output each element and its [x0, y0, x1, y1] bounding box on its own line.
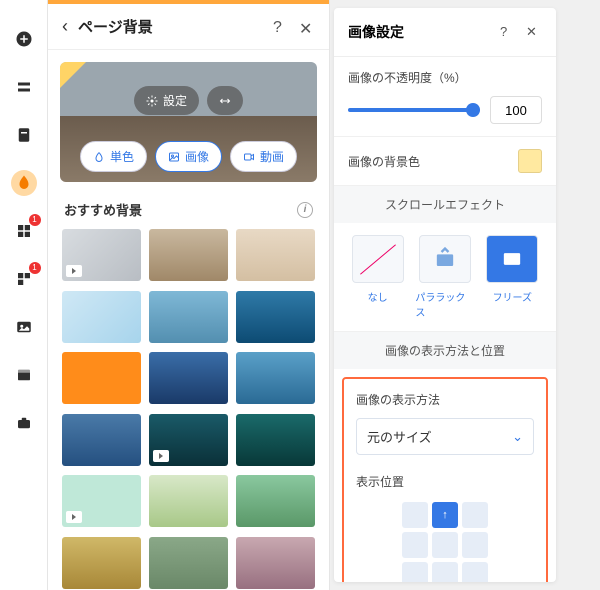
position-label: 表示位置 [356, 473, 534, 490]
close-icon[interactable]: ✕ [299, 19, 315, 35]
image-settings-panel: 画像設定 ? ✕ 画像の不透明度（%） 画像の背景色 スクロールエフェクト なし… [334, 8, 556, 582]
apps-icon[interactable]: 1 [11, 218, 37, 244]
info-icon[interactable]: i [297, 202, 313, 218]
pos-tr[interactable] [462, 502, 488, 528]
fold-corner-icon [60, 62, 86, 88]
pos-ml[interactable] [402, 532, 428, 558]
opacity-label: 画像の不透明度（%） [348, 69, 542, 86]
settings-title: 画像設定 [348, 22, 500, 42]
media-icon[interactable] [11, 314, 37, 340]
thumb[interactable] [236, 475, 315, 527]
page-background-panel: ‹ ページ背景 ? ✕ 設定 単色 画像 動画 おすすめ背景 i [48, 0, 330, 590]
thumb[interactable] [236, 229, 315, 281]
opacity-section: 画像の不透明度（%） [334, 57, 556, 137]
pos-mr[interactable] [462, 532, 488, 558]
business-icon[interactable] [11, 410, 37, 436]
thumb[interactable] [149, 352, 228, 404]
scroll-fx-options: なし パララックス フリーズ [334, 223, 556, 332]
pos-tl[interactable] [402, 502, 428, 528]
slider-knob[interactable] [466, 103, 480, 117]
bgcolor-section: 画像の背景色 [334, 137, 556, 186]
scroll-fx-header: スクロールエフェクト [334, 186, 556, 223]
fx-freeze[interactable]: フリーズ [483, 235, 542, 319]
tab-video[interactable]: 動画 [230, 141, 297, 172]
pos-tc[interactable] [432, 502, 458, 528]
thumb[interactable] [62, 291, 141, 343]
recommend-header: おすすめ背景 i [48, 194, 329, 229]
thumb[interactable] [62, 537, 141, 589]
thumb[interactable] [62, 229, 141, 281]
pos-mc[interactable] [432, 532, 458, 558]
bgcolor-label: 画像の背景色 [348, 153, 420, 170]
thumbnail-grid [48, 229, 329, 590]
thumb[interactable] [236, 537, 315, 589]
position-grid [356, 502, 534, 582]
background-preview: 設定 単色 画像 動画 [60, 62, 317, 182]
opacity-slider[interactable] [348, 108, 480, 112]
thumb[interactable] [149, 475, 228, 527]
document-icon[interactable] [11, 122, 37, 148]
video-badge-icon [153, 450, 169, 462]
fx-parallax[interactable]: パララックス [415, 235, 474, 319]
help-icon[interactable]: ? [500, 24, 516, 40]
thumb[interactable] [62, 475, 141, 527]
swap-button[interactable] [207, 86, 243, 115]
thumb[interactable] [236, 414, 315, 466]
display-method-select[interactable]: 元のサイズ ⌄ [356, 418, 534, 455]
video-badge-icon [66, 511, 82, 523]
left-toolbar: 1 1 [0, 0, 48, 590]
close-icon[interactable]: ✕ [526, 24, 542, 40]
settings-header: 画像設定 ? ✕ [334, 8, 556, 57]
tab-image[interactable]: 画像 [155, 141, 222, 172]
chevron-down-icon: ⌄ [512, 429, 523, 445]
pos-bc[interactable] [432, 562, 458, 582]
sections-icon[interactable] [11, 74, 37, 100]
pos-br[interactable] [462, 562, 488, 582]
back-chevron-icon[interactable]: ‹ [62, 16, 68, 37]
plugins-icon[interactable]: 1 [11, 266, 37, 292]
display-settings-highlight: 画像の表示方法 元のサイズ ⌄ 表示位置 [342, 377, 548, 582]
fx-none[interactable]: なし [348, 235, 407, 319]
badge: 1 [29, 214, 41, 226]
thumb[interactable] [149, 537, 228, 589]
panel-title: ページ背景 [78, 16, 263, 37]
panel-header: ‹ ページ背景 ? ✕ [48, 4, 329, 50]
tab-solid[interactable]: 単色 [80, 141, 147, 172]
help-icon[interactable]: ? [273, 19, 289, 35]
thumb[interactable] [62, 352, 141, 404]
thumb[interactable] [149, 291, 228, 343]
add-icon[interactable] [11, 26, 37, 52]
thumb[interactable] [149, 229, 228, 281]
opacity-input[interactable] [490, 96, 542, 124]
badge: 1 [29, 262, 41, 274]
display-header: 画像の表示方法と位置 [334, 332, 556, 369]
recommend-title: おすすめ背景 [64, 200, 142, 219]
data-icon[interactable] [11, 362, 37, 388]
pos-bl[interactable] [402, 562, 428, 582]
thumb[interactable] [149, 414, 228, 466]
thumb[interactable] [62, 414, 141, 466]
design-icon[interactable] [11, 170, 37, 196]
color-swatch[interactable] [518, 149, 542, 173]
display-method-label: 画像の表示方法 [356, 391, 534, 408]
thumb[interactable] [236, 352, 315, 404]
select-value: 元のサイズ [367, 427, 432, 446]
thumb[interactable] [236, 291, 315, 343]
settings-button[interactable]: 設定 [134, 86, 199, 115]
video-badge-icon [66, 265, 82, 277]
